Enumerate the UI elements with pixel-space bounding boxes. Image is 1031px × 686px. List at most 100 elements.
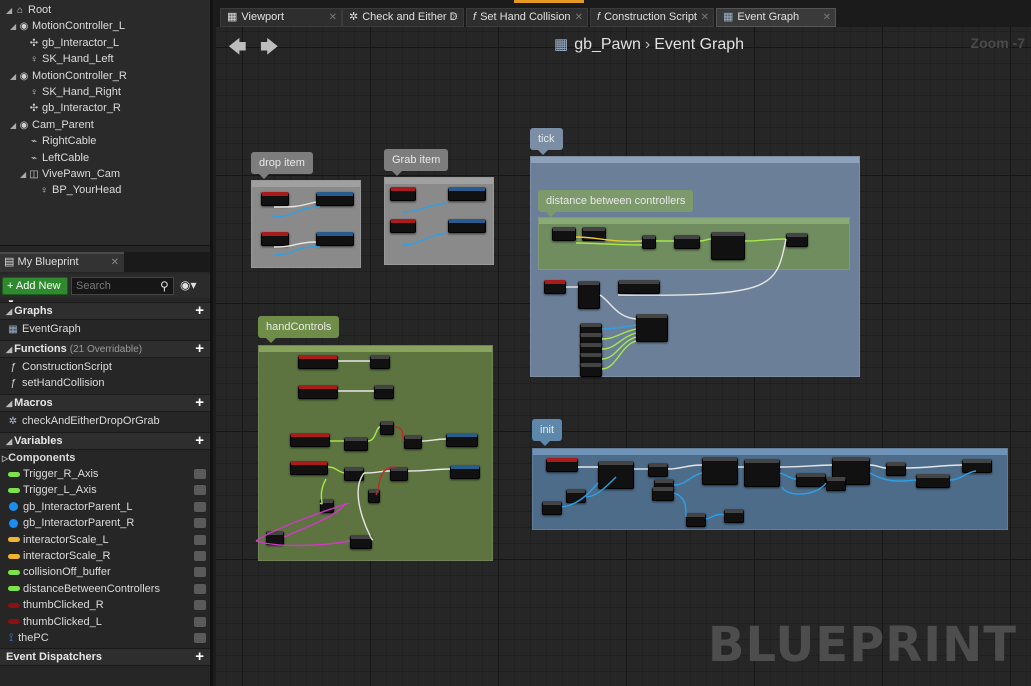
graph-node[interactable] xyxy=(578,281,600,309)
variable-item[interactable]: Trigger_L_Axis xyxy=(0,482,210,498)
comment-bubble-tick[interactable]: tick xyxy=(530,128,563,155)
graph-node[interactable] xyxy=(404,435,422,449)
comment-bubble-hand-controls[interactable]: handControls xyxy=(258,316,340,343)
expand-arrow-icon[interactable]: ◢ xyxy=(10,19,18,35)
add-function-plus-icon[interactable]: + xyxy=(195,341,204,357)
component-tree-item[interactable]: ◢ ◉ MotionController_L xyxy=(10,18,125,34)
graph-node[interactable] xyxy=(636,314,668,342)
graph-node[interactable] xyxy=(542,501,562,515)
tab-construction-script[interactable]: f Construction Script ✕ xyxy=(590,8,714,27)
graph-node[interactable] xyxy=(380,421,394,435)
macro-item-checkandeitherdroporgrab[interactable]: ✲ checkAndEitherDropOrGrab xyxy=(0,413,210,429)
section-functions[interactable]: ◢ Functions (21 Overridable) + xyxy=(0,340,210,358)
back-arrow-icon[interactable]: 🡄 xyxy=(228,35,247,65)
graph-node[interactable] xyxy=(826,477,846,491)
variables-components-category[interactable]: ▷Components xyxy=(0,450,210,466)
graph-node[interactable] xyxy=(724,509,744,523)
variable-item[interactable]: thumbClicked_L xyxy=(0,614,210,630)
visibility-eye-icon[interactable] xyxy=(194,633,206,643)
tab-viewport[interactable]: ▦ Viewport ✕ xyxy=(220,8,342,27)
event-graph-canvas[interactable]: 🡄 🡆 ▦ gb_Pawn › Event Graph Zoom -7 drop it… xyxy=(216,27,1031,686)
expand-arrow-icon[interactable]: ◢ xyxy=(20,167,28,183)
graph-node[interactable] xyxy=(448,187,486,201)
visibility-eye-icon[interactable] xyxy=(194,600,206,611)
graph-node[interactable] xyxy=(390,187,416,201)
graph-node[interactable] xyxy=(266,531,284,545)
comment-bubble-drop-item[interactable]: drop item xyxy=(251,152,313,179)
component-tree-item[interactable]: ♀ SK_Hand_Right xyxy=(20,84,121,100)
section-macros[interactable]: ◢ Macros + xyxy=(0,394,210,412)
graph-node[interactable] xyxy=(298,385,338,399)
graph-node[interactable] xyxy=(652,487,674,501)
graph-node[interactable] xyxy=(316,232,354,246)
visibility-eye-icon[interactable] xyxy=(194,469,206,479)
visibility-eye-icon[interactable] xyxy=(194,534,206,545)
component-tree-item[interactable]: ✣ gb_Interactor_R xyxy=(20,100,121,116)
tab-check-and-either-d[interactable]: ✲ Check and Either D ✕ xyxy=(342,8,464,27)
section-event-dispatchers[interactable]: Event Dispatchers + xyxy=(0,648,210,666)
expand-arrow-icon[interactable]: ◢ xyxy=(10,69,18,85)
forward-arrow-icon[interactable]: 🡆 xyxy=(260,35,279,65)
graph-node[interactable] xyxy=(448,219,486,233)
tab-set-hand-collision[interactable]: f Set Hand Collision ✕ xyxy=(466,8,588,27)
graph-node[interactable] xyxy=(648,463,668,477)
add-dispatcher-plus-icon[interactable]: + xyxy=(195,649,204,665)
comment-box-hand-controls[interactable] xyxy=(258,345,493,561)
variable-item[interactable]: interactorScale_R xyxy=(0,548,210,564)
function-item-constructionscript[interactable]: ƒ ConstructionScript xyxy=(0,359,210,375)
graph-node[interactable] xyxy=(290,433,330,447)
component-tree-item[interactable]: ♀ BP_YourHead xyxy=(30,182,121,198)
visibility-eye-icon[interactable] xyxy=(194,583,206,594)
graph-node[interactable] xyxy=(642,235,656,249)
graph-node[interactable] xyxy=(582,227,606,241)
comment-bubble-distance[interactable]: distance between controllers xyxy=(538,190,694,217)
component-tree-item[interactable]: ◢ ⌂ Root xyxy=(6,2,51,18)
graph-node[interactable] xyxy=(446,433,478,447)
close-icon[interactable]: ✕ xyxy=(575,9,583,26)
component-tree-item[interactable]: ♀ SK_Hand_Left xyxy=(20,51,113,67)
graph-node[interactable] xyxy=(744,459,780,487)
variable-item[interactable]: gb_InteractorParent_L xyxy=(0,499,210,515)
graph-node[interactable] xyxy=(711,232,745,260)
graph-node[interactable] xyxy=(674,235,700,249)
section-graphs[interactable]: ◢ Graphs + xyxy=(0,302,210,320)
component-tree-item[interactable]: ◢ ◫ VivePawn_Cam xyxy=(20,166,120,182)
close-icon[interactable]: ✕ xyxy=(701,9,709,26)
variable-item[interactable]: Trigger_R_Axis xyxy=(0,466,210,482)
section-variables[interactable]: ◢ Variables + xyxy=(0,432,210,450)
graph-node[interactable] xyxy=(390,219,416,233)
graph-node[interactable] xyxy=(916,474,950,488)
breadcrumb-blueprint[interactable]: gb_Pawn xyxy=(574,36,641,53)
close-icon[interactable]: ✕ xyxy=(329,9,337,26)
close-icon[interactable]: ✕ xyxy=(111,254,119,271)
graph-node[interactable] xyxy=(450,465,480,479)
graph-node[interactable] xyxy=(580,363,602,377)
add-variable-plus-icon[interactable]: + xyxy=(195,433,204,449)
graph-node[interactable] xyxy=(962,459,992,473)
my-blueprint-tab[interactable]: ▤ My Blueprint ✕ xyxy=(0,252,124,272)
graph-node[interactable] xyxy=(344,437,368,451)
graph-node[interactable] xyxy=(598,461,634,489)
graph-node[interactable] xyxy=(261,192,289,206)
graph-node[interactable] xyxy=(544,280,566,294)
comment-bubble-grab-item[interactable]: Grab item xyxy=(384,149,449,176)
graph-node[interactable] xyxy=(786,233,808,247)
graph-node[interactable] xyxy=(390,467,408,481)
graph-node[interactable] xyxy=(368,489,380,503)
variable-item[interactable]: interactorScale_L xyxy=(0,532,210,548)
close-icon[interactable]: ✕ xyxy=(823,9,831,26)
component-tree-item[interactable]: ◢ ◉ Cam_Parent xyxy=(10,117,94,133)
graph-node[interactable] xyxy=(552,227,576,241)
graph-node[interactable] xyxy=(350,535,372,549)
visibility-eye-icon[interactable] xyxy=(194,567,206,578)
add-new-button[interactable]: + Add New ▼ xyxy=(2,277,68,307)
graph-node[interactable] xyxy=(796,473,826,487)
graph-node[interactable] xyxy=(261,232,289,246)
graph-node[interactable] xyxy=(320,499,334,513)
graph-node[interactable] xyxy=(344,467,364,481)
visibility-eye-icon[interactable] xyxy=(194,551,206,561)
component-tree-item[interactable]: ✣ gb_Interactor_L xyxy=(20,35,119,51)
graph-node[interactable] xyxy=(546,458,578,472)
visibility-eye-icon[interactable] xyxy=(194,518,206,529)
graph-node[interactable] xyxy=(374,385,394,399)
